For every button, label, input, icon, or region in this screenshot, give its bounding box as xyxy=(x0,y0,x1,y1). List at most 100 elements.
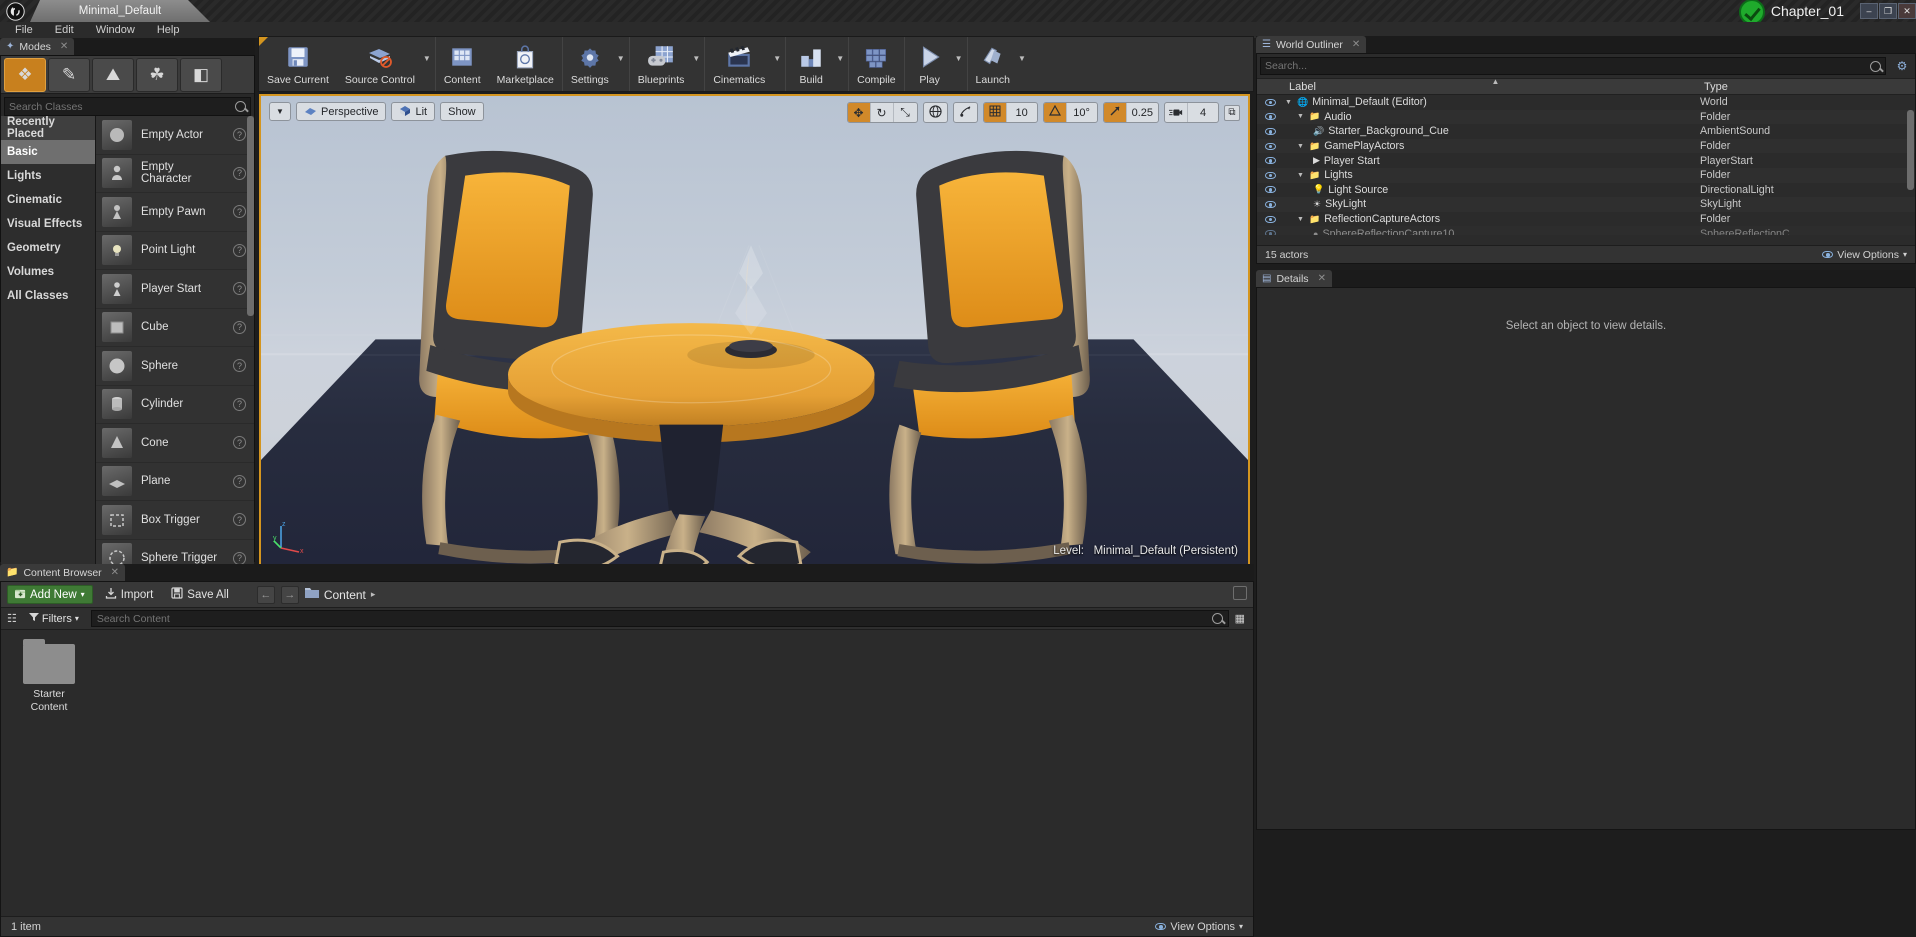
category-visual-effects[interactable]: Visual Effects xyxy=(1,212,95,236)
category-lights[interactable]: Lights xyxy=(1,164,95,188)
project-tab[interactable]: Minimal_Default xyxy=(30,0,210,22)
help-icon[interactable]: ? xyxy=(233,551,246,565)
tab-modes[interactable]: ✦ Modes ✕ xyxy=(0,38,75,55)
help-icon[interactable]: ? xyxy=(233,397,246,411)
level-viewport[interactable]: ▼ Perspective Lit Show ✥ ↻ ⤡ 10 10° 0.25… xyxy=(259,94,1250,566)
tab-content-browser[interactable]: 📁 Content Browser ✕ xyxy=(0,564,126,581)
geometry-edit-mode-button[interactable]: ◧ xyxy=(180,57,222,92)
paint-mode-button[interactable]: ✎ xyxy=(48,57,90,92)
camera-speed-icon[interactable] xyxy=(1165,103,1188,122)
table-row[interactable]: ● SphereReflectionCapture10 SphereReflec… xyxy=(1257,226,1915,235)
camera-mode-button[interactable]: Perspective xyxy=(296,102,387,121)
tab-world-outliner[interactable]: ☰ World Outliner ✕ xyxy=(1256,36,1367,53)
visibility-toggle-icon[interactable] xyxy=(1257,113,1283,121)
search-classes-field[interactable] xyxy=(4,97,251,116)
save-all-button[interactable]: Save All xyxy=(165,585,235,604)
table-row[interactable]: ☀ SkyLight SkyLight xyxy=(1257,197,1915,212)
add-new-button[interactable]: Add New ▾ xyxy=(7,585,93,604)
visibility-toggle-icon[interactable] xyxy=(1257,142,1283,150)
translate-tool-button[interactable]: ✥ xyxy=(847,103,871,122)
filters-button[interactable]: Filters ▾ xyxy=(23,610,85,627)
search-classes-input[interactable] xyxy=(9,100,231,113)
close-button[interactable]: ✕ xyxy=(1898,3,1916,19)
menu-help[interactable]: Help xyxy=(146,22,191,38)
place-mode-button[interactable]: ❖ xyxy=(4,57,46,92)
help-icon[interactable]: ? xyxy=(233,513,246,527)
list-item[interactable]: Cube ? xyxy=(96,309,254,347)
visibility-toggle-icon[interactable] xyxy=(1257,157,1283,165)
rotate-tool-button[interactable]: ↻ xyxy=(871,103,894,122)
list-item[interactable]: Sphere ? xyxy=(96,347,254,386)
category-volumes[interactable]: Volumes xyxy=(1,260,95,284)
launch-button[interactable]: Launch xyxy=(968,37,1018,91)
table-row[interactable]: 💡 Light Source DirectionalLight xyxy=(1257,183,1915,198)
expand-arrow-icon[interactable]: ▼ xyxy=(1297,143,1305,150)
help-icon[interactable]: ? xyxy=(233,128,246,142)
details-tab-close-icon[interactable]: ✕ xyxy=(1318,273,1326,284)
forward-button[interactable]: → xyxy=(280,585,299,604)
landscape-mode-button[interactable]: ⛰ xyxy=(92,57,134,92)
view-mode-button[interactable]: Lit xyxy=(391,102,436,121)
table-row[interactable]: ▼ 🌐 Minimal_Default (Editor) World xyxy=(1257,95,1915,110)
list-item[interactable]: Point Light ? xyxy=(96,232,254,270)
play-button[interactable]: Play xyxy=(905,37,955,91)
import-button[interactable]: Import xyxy=(99,585,160,604)
breadcrumb-root[interactable]: Content xyxy=(324,588,366,602)
modes-tab-close-icon[interactable]: ✕ xyxy=(60,41,68,52)
tab-details[interactable]: ▤ Details ✕ xyxy=(1256,270,1332,287)
visibility-toggle-icon[interactable] xyxy=(1257,98,1283,106)
minimize-button[interactable]: – xyxy=(1860,3,1878,19)
scale-snap-value[interactable]: 0.25 xyxy=(1127,103,1158,122)
outliner-view-options-button[interactable]: View Options ▾ xyxy=(1822,249,1907,261)
visibility-toggle-icon[interactable] xyxy=(1257,171,1283,179)
category-recently-placed[interactable]: Recently Placed xyxy=(1,116,95,140)
cinematics-button[interactable]: Cinematics xyxy=(705,37,773,91)
surface-snap-toggle[interactable] xyxy=(954,103,977,122)
visibility-toggle-icon[interactable] xyxy=(1257,200,1283,208)
scale-snap-toggle[interactable] xyxy=(1103,103,1127,122)
outliner-scrollbar[interactable] xyxy=(1907,110,1914,190)
angle-snap-value[interactable]: 10° xyxy=(1067,103,1097,122)
help-icon[interactable]: ? xyxy=(233,436,246,450)
help-icon[interactable]: ? xyxy=(233,205,246,219)
visibility-toggle-icon[interactable] xyxy=(1257,230,1283,235)
category-all-classes[interactable]: All Classes xyxy=(1,284,95,308)
settings-button[interactable]: Settings xyxy=(563,37,617,91)
help-icon[interactable]: ? xyxy=(233,243,246,257)
back-button[interactable]: ← xyxy=(256,585,275,604)
expand-arrow-icon[interactable]: ▼ xyxy=(1285,99,1293,106)
maximize-button[interactable]: ❐ xyxy=(1879,3,1897,19)
visibility-toggle-icon[interactable] xyxy=(1257,186,1283,194)
help-icon[interactable]: ? xyxy=(233,474,246,488)
blueprints-caret-icon[interactable]: ▼ xyxy=(692,37,704,91)
scale-tool-button[interactable]: ⤡ xyxy=(894,103,917,122)
compile-button[interactable]: Compile xyxy=(849,37,904,91)
outliner-search-input[interactable] xyxy=(1265,60,1866,72)
list-item[interactable]: Player Start ? xyxy=(96,270,254,309)
help-icon[interactable]: ? xyxy=(233,320,246,334)
category-geometry[interactable]: Geometry xyxy=(1,236,95,260)
cinematics-caret-icon[interactable]: ▼ xyxy=(773,37,785,91)
grid-snap-value[interactable]: 10 xyxy=(1007,103,1037,122)
viewport-options-button[interactable]: ▼ xyxy=(269,102,291,121)
list-item[interactable]: Empty Actor ? xyxy=(96,116,254,155)
content-browser-tab-close-icon[interactable]: ✕ xyxy=(111,567,119,578)
viewport-maximize-button[interactable]: ⧉ xyxy=(1224,104,1240,121)
outliner-label-column[interactable]: ▲ Label xyxy=(1283,77,1700,93)
outliner-tab-close-icon[interactable]: ✕ xyxy=(1352,39,1360,50)
foliage-mode-button[interactable]: ☘ xyxy=(136,57,178,92)
content-browser-view-options-button[interactable]: View Options ▾ xyxy=(1155,921,1243,933)
expand-arrow-icon[interactable]: ▼ xyxy=(1297,216,1305,223)
outliner-search-field[interactable] xyxy=(1260,57,1886,75)
settings-caret-icon[interactable]: ▼ xyxy=(617,37,629,91)
placeable-items-list[interactable]: Empty Actor ? Empty Character ? Empty Pa… xyxy=(96,116,254,578)
grid-snap-toggle[interactable] xyxy=(983,103,1007,122)
outliner-type-column[interactable]: Type xyxy=(1700,81,1915,93)
help-icon[interactable]: ? xyxy=(233,359,246,373)
source-control-button[interactable]: Source Control xyxy=(337,37,423,91)
asset-item-starter-content[interactable]: Starter Content xyxy=(13,639,85,714)
launch-caret-icon[interactable]: ▼ xyxy=(1018,37,1030,91)
show-menu-button[interactable]: Show xyxy=(440,102,484,121)
visibility-toggle-icon[interactable] xyxy=(1257,215,1283,223)
menu-window[interactable]: Window xyxy=(85,22,146,38)
